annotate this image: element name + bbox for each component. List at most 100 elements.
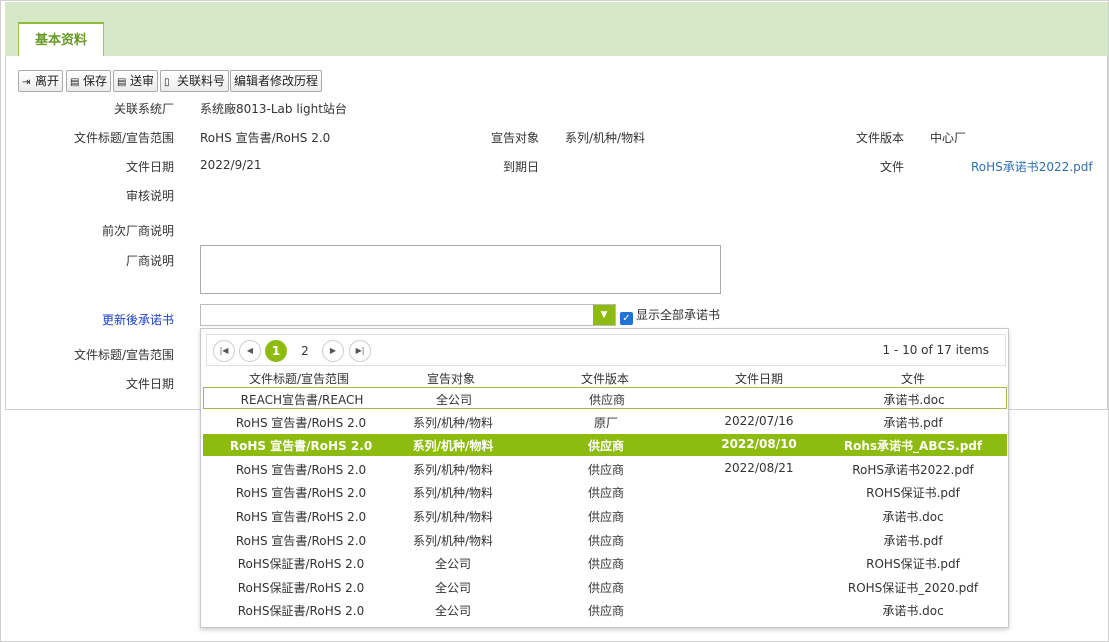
table-row[interactable]: RoHS 宣告書/RoHS 2.0 系列/机种/物料 供应商 2022/08/10 Ro…	[203, 434, 1007, 457]
table-cell: RoHS承诺书2022.pdf	[852, 462, 974, 477]
table-row[interactable]: RoHS 宣告書/RoHS 2.0 系列/机种/物料 原厂 2022/07/16 承诺书…	[203, 411, 1007, 433]
table-cell: 供应商	[587, 557, 624, 572]
pager: |◀ ◀ 1 2 ▶ ▶| 1 - 10 of 17 items	[206, 334, 1006, 366]
table-cell: ROHS保证书.pdf	[866, 557, 960, 572]
save-button[interactable]: ▤ 保存	[66, 70, 112, 92]
table-cell: 承诺书.doc	[882, 604, 944, 619]
save-icon: ▤	[70, 77, 80, 88]
edit-history-button-label: 编辑者修改历程	[234, 74, 319, 88]
link-doc-icon: ▯	[164, 77, 170, 88]
table-cell: 系列/机种/物料	[412, 486, 494, 501]
table-cell: RoHS 宣告書/RoHS 2.0	[235, 462, 367, 477]
table-cell: RoHS保証書/RoHS 2.0	[237, 557, 365, 572]
vendor-note-label: 厂商说明	[125, 254, 174, 268]
page-1-button[interactable]: 1	[265, 340, 287, 362]
table-cell: 承诺书.doc	[883, 393, 945, 407]
table-cell: 系列/机种/物料	[412, 415, 494, 430]
updated-commitment-combobox[interactable]: ▼	[200, 304, 616, 326]
table-cell: 全公司	[435, 393, 472, 407]
table-row[interactable]: RoHS 宣告書/RoHS 2.0 系列/机种/物料 供应商 2022/08/21 Ro…	[203, 458, 1007, 480]
table-cell: 供应商	[587, 439, 624, 454]
table-cell: 2022/08/10	[721, 437, 797, 452]
show-all-checkbox[interactable]: ✓ 显示全部承诺书	[620, 306, 720, 325]
submit-review-button-label: 送审	[130, 74, 155, 88]
show-all-label: 显示全部承诺书	[636, 308, 721, 322]
prev-vendor-note-label: 前次厂商说明	[101, 224, 174, 238]
leave-button-label: 离开	[35, 74, 60, 88]
first-page-icon[interactable]: |◀	[213, 340, 235, 362]
next-page-icon[interactable]: ▶	[322, 340, 344, 362]
table-cell: 承诺书.doc	[882, 510, 944, 524]
tab-basic-info[interactable]: 基本资料	[18, 22, 104, 57]
table-cell: 供应商	[587, 510, 624, 524]
table-cell: 2022/08/21	[724, 460, 794, 475]
last-page-icon[interactable]: ▶|	[349, 340, 371, 362]
doc-title-value: RoHS 宣告書/RoHS 2.0	[200, 131, 331, 145]
grid-header: 文件标题/宣告范围 宣告对象 文件版本 文件日期 文件	[201, 367, 1008, 389]
exit-icon: ⇥	[22, 77, 31, 88]
prev-page-icon[interactable]: ◀	[239, 340, 261, 362]
vendor-note-textarea[interactable]	[200, 245, 721, 294]
table-cell: RoHS 宣告書/RoHS 2.0	[235, 415, 367, 430]
doc-date-label: 文件日期	[125, 160, 174, 174]
table-row[interactable]: RoHS 宣告書/RoHS 2.0 系列/机种/物料 供应商 承诺书.doc	[203, 505, 1007, 527]
declare-target-label: 宣告对象	[490, 131, 539, 145]
column-header-version[interactable]: 文件版本	[555, 370, 655, 387]
doc-title-label-2: 文件标题/宣告范围	[73, 348, 174, 362]
table-cell: 全公司	[434, 604, 471, 619]
table-cell: 承诺书.pdf	[883, 415, 943, 430]
table-cell: 全公司	[434, 557, 471, 572]
table-row[interactable]: RoHS 宣告書/RoHS 2.0 系列/机种/物料 供应商 ROHS保证书.pdf	[203, 481, 1007, 503]
edit-history-button[interactable]: 编辑者修改历程	[230, 70, 323, 92]
checkbox-checked-icon[interactable]: ✓	[620, 312, 633, 325]
dropdown-arrow-icon[interactable]: ▼	[593, 305, 615, 325]
table-cell: RoHS保証書/RoHS 2.0	[237, 604, 365, 619]
table-cell: 系列/机种/物料	[412, 510, 494, 524]
table-cell: RoHS 宣告書/RoHS 2.0	[235, 533, 367, 548]
save-button-label: 保存	[83, 74, 108, 88]
tab-bar: 基本资料	[5, 2, 1108, 57]
table-cell: 供应商	[587, 533, 624, 548]
table-cell: REACH宣告書/REACH	[240, 393, 364, 407]
leave-button[interactable]: ⇥ 离开	[18, 70, 64, 92]
table-cell: 承诺书.pdf	[883, 533, 943, 548]
table-row[interactable]: REACH宣告書/REACH 全公司 供应商 承诺书.doc	[203, 387, 1007, 409]
doc-date-value: 2022/9/21	[200, 158, 262, 172]
file-link[interactable]: RoHS承诺书2022.pdf	[971, 158, 1093, 175]
declare-target-value: 系列/机种/物料	[565, 131, 646, 145]
table-cell: RoHS保証書/RoHS 2.0	[237, 580, 365, 595]
table-cell: 2022/07/16	[724, 413, 794, 428]
link-part-button[interactable]: ▯ 关联料号	[160, 70, 230, 92]
table-cell: 系列/机种/物料	[412, 462, 494, 477]
table-cell: RoHS 宣告書/RoHS 2.0	[235, 486, 367, 501]
column-header-title[interactable]: 文件标题/宣告范围	[249, 370, 349, 387]
link-part-button-label: 关联料号	[177, 74, 226, 88]
table-row[interactable]: RoHS 宣告書/RoHS 2.0 系列/机种/物料 供应商 承诺书.pdf	[203, 529, 1007, 551]
table-row[interactable]: RoHS保証書/RoHS 2.0 全公司 供应商 承诺书.doc	[203, 599, 1007, 621]
submit-review-button[interactable]: ▤ 送审	[113, 70, 159, 92]
table-cell: RoHS 宣告書/RoHS 2.0	[229, 439, 373, 454]
send-review-icon: ▤	[117, 77, 127, 88]
table-cell: 系列/机种/物料	[412, 533, 494, 548]
table-row[interactable]: RoHS保証書/RoHS 2.0 全公司 供应商 ROHS保证书_2020.pdf	[203, 576, 1007, 598]
page-2-button[interactable]: 2	[294, 340, 316, 362]
table-cell: Rohs承诺书_ABCS.pdf	[843, 439, 983, 454]
column-header-file[interactable]: 文件	[863, 370, 963, 387]
column-header-date[interactable]: 文件日期	[709, 370, 809, 387]
table-row[interactable]: RoHS保証書/RoHS 2.0 全公司 供应商 ROHS保证书.pdf	[203, 552, 1007, 574]
table-cell: 供应商	[588, 393, 625, 407]
table-cell: 供应商	[587, 462, 624, 477]
updated-commitment-label: 更新後承诺书	[101, 313, 174, 327]
file-label: 文件	[879, 160, 904, 174]
pager-info: 1 - 10 of 17 items	[882, 343, 989, 357]
table-cell: ROHS保证书_2020.pdf	[847, 580, 979, 595]
commitment-dropdown-list: |◀ ◀ 1 2 ▶ ▶| 1 - 10 of 17 items 文件标题/宣告…	[200, 328, 1009, 628]
column-header-target[interactable]: 宣告对象	[401, 370, 501, 387]
doc-version-value: 中心厂	[930, 131, 967, 145]
table-cell: 全公司	[434, 580, 471, 595]
review-note-label: 审核说明	[125, 189, 174, 203]
table-cell: 原厂	[593, 415, 618, 430]
table-cell: 供应商	[587, 604, 624, 619]
doc-title-label: 文件标题/宣告范围	[73, 131, 174, 145]
expiry-date-label: 到期日	[502, 160, 539, 174]
